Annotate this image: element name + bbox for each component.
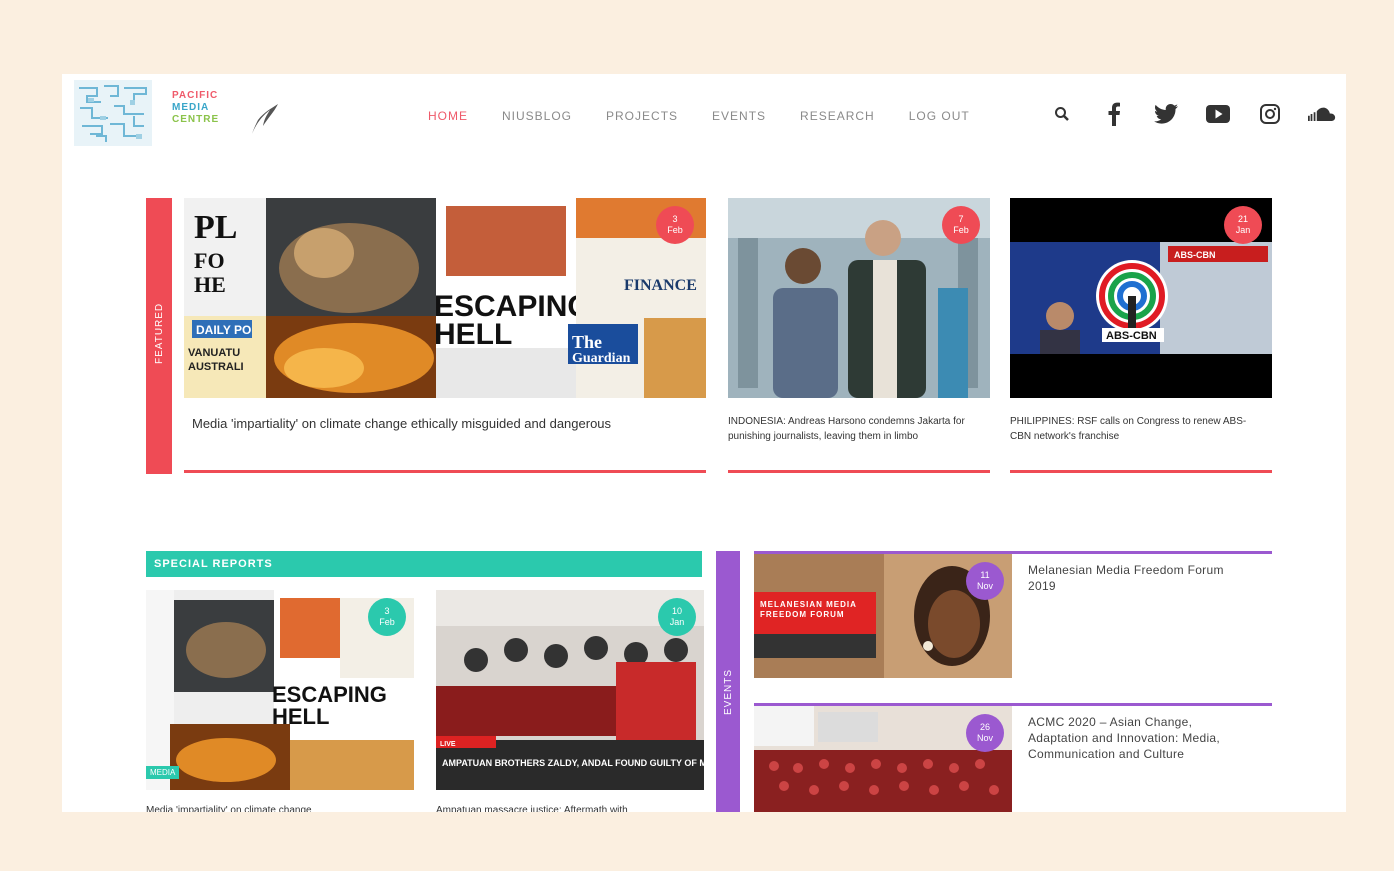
event-2-date-badge: 26 Nov (966, 714, 1004, 752)
event-1-title[interactable]: Melanesian Media Freedom Forum 2019 (1028, 562, 1234, 594)
badge-day: 10 (671, 606, 682, 616)
featured-card-1-caption[interactable]: Media 'impartiality' on climate change e… (192, 416, 662, 432)
svg-text:AUSTRALI: AUSTRALI (188, 361, 244, 373)
featured-card-2-date-badge: 7 Feb (942, 206, 980, 244)
special-report-card-2-caption[interactable]: Ampatuan massacre justice: Aftermath wit… (436, 804, 704, 812)
badge-month: Feb (667, 225, 683, 235)
bird-logo-icon (252, 104, 278, 134)
events-label: EVENTS (723, 668, 734, 715)
featured-card-1-image[interactable]: PL FO HE DAILY PO VANUATU AUSTRALI ESCAP… (184, 198, 706, 398)
featured-bar: FEATURED (146, 198, 172, 474)
badge-day: 3 (672, 214, 678, 224)
main-nav: HOME NIUSBLOG PROJECTS EVENTS RESEARCH L… (428, 109, 1004, 123)
nav-research[interactable]: RESEARCH (800, 109, 875, 123)
nav-events[interactable]: EVENTS (712, 109, 766, 123)
special-report-card-1-image[interactable]: ESCAPING HELL 3 Feb MEDIA (146, 590, 414, 790)
search-icon[interactable] (1048, 100, 1076, 128)
badge-month: Nov (976, 733, 993, 743)
badge-month: Feb (379, 617, 395, 627)
featured-label: FEATURED (154, 302, 165, 364)
badge-day: 7 (958, 214, 964, 224)
featured-card-3-caption[interactable]: PHILIPPINES: RSF calls on Congress to re… (1010, 414, 1266, 444)
facebook-icon[interactable] (1100, 100, 1128, 128)
event-1-image[interactable]: MELANESIAN MEDIA FREEDOM FORUM 11 Nov (754, 554, 1012, 678)
featured-card-2-caption[interactable]: INDONESIA: Andreas Harsono condemns Jaka… (728, 414, 984, 444)
svg-text:PL: PL (194, 209, 237, 246)
special-reports-header[interactable]: SPECIAL REPORTS (146, 551, 702, 577)
twitter-icon[interactable] (1152, 100, 1180, 128)
svg-text:VANUATU: VANUATU (188, 347, 240, 359)
event-1-date-badge: 11 Nov (966, 562, 1004, 600)
event-2-image[interactable]: 26 Nov (754, 706, 1012, 812)
svg-text:Guardian: Guardian (572, 351, 631, 366)
badge-month: Feb (953, 225, 969, 235)
svg-text:HELL: HELL (434, 318, 512, 351)
social-icons (1024, 100, 1336, 128)
svg-text:FO: FO (194, 248, 225, 273)
badge-day: 21 (1237, 214, 1248, 224)
svg-text:AMPATUAN BROTHERS ZALDY, ANDAL: AMPATUAN BROTHERS ZALDY, ANDAL FOUND GUI… (442, 758, 704, 768)
logo-text: PACIFIC MEDIA CENTRE (172, 90, 219, 126)
logo-line-pacific: PACIFIC (172, 90, 219, 101)
nav-niusblog[interactable]: NIUSBLOG (502, 109, 572, 123)
svg-text:ABS-CBN: ABS-CBN (1174, 250, 1216, 260)
special-report-card-1-date-badge: 3 Feb (368, 598, 406, 636)
featured-card-2-image[interactable]: 7 Feb (728, 198, 990, 398)
website-screenshot: PACIFIC MEDIA CENTRE HOME NIUSBLOG PROJE… (62, 74, 1346, 812)
svg-text:The: The (572, 332, 602, 352)
nav-logout[interactable]: LOG OUT (909, 109, 970, 123)
svg-text:HE: HE (194, 272, 226, 297)
nav-projects[interactable]: PROJECTS (606, 109, 678, 123)
nav-home[interactable]: HOME (428, 109, 468, 123)
svg-text:ABS-CBN: ABS-CBN (1106, 330, 1157, 342)
badge-day: 26 (979, 722, 990, 732)
badge-month: Jan (1235, 225, 1251, 235)
special-report-card-2-image[interactable]: LIVE AMPATUAN BROTHERS ZALDY, ANDAL FOUN… (436, 590, 704, 790)
logo-line-media: MEDIA (172, 102, 210, 113)
site-logo[interactable]: PACIFIC MEDIA CENTRE (74, 80, 284, 150)
logo-line-centre: CENTRE (172, 114, 220, 125)
badge-month: Nov (976, 581, 993, 591)
badge-day: 3 (384, 606, 390, 616)
soundcloud-icon[interactable] (1308, 100, 1336, 128)
featured-card-2-underline (728, 470, 990, 473)
newspaper-collage-image: PL FO HE DAILY PO VANUATU AUSTRALI ESCAP… (184, 198, 706, 398)
youtube-icon[interactable] (1204, 100, 1232, 128)
special-report-card-1-tag: MEDIA (146, 766, 180, 779)
special-report-card-1-caption[interactable]: Media 'impartiality' on climate change (146, 804, 414, 812)
pacific-map-logo-icon (74, 80, 152, 146)
featured-card-3-underline (1010, 470, 1272, 473)
featured-card-3-date-badge: 21 Jan (1224, 206, 1262, 244)
instagram-icon[interactable] (1256, 100, 1284, 128)
svg-text:LIVE: LIVE (440, 741, 456, 748)
svg-text:FINANCE: FINANCE (624, 277, 697, 294)
badge-day: 11 (980, 570, 990, 580)
featured-card-1-date-badge: 3 Feb (656, 206, 694, 244)
events-bar: EVENTS (716, 551, 740, 812)
event-2-title[interactable]: ACMC 2020 – Asian Change, Adaptation and… (1028, 714, 1234, 762)
event-1-image-text: MELANESIAN MEDIA FREEDOM FORUM (760, 600, 857, 619)
special-report-card-2-date-badge: 10 Jan (658, 598, 696, 636)
featured-card-1-underline (184, 470, 706, 473)
badge-month: Jan (669, 617, 685, 627)
svg-text:DAILY PO: DAILY PO (196, 323, 251, 337)
featured-card-3-image[interactable]: ABS-CBN ABS-CBN 21 Jan (1010, 198, 1272, 398)
